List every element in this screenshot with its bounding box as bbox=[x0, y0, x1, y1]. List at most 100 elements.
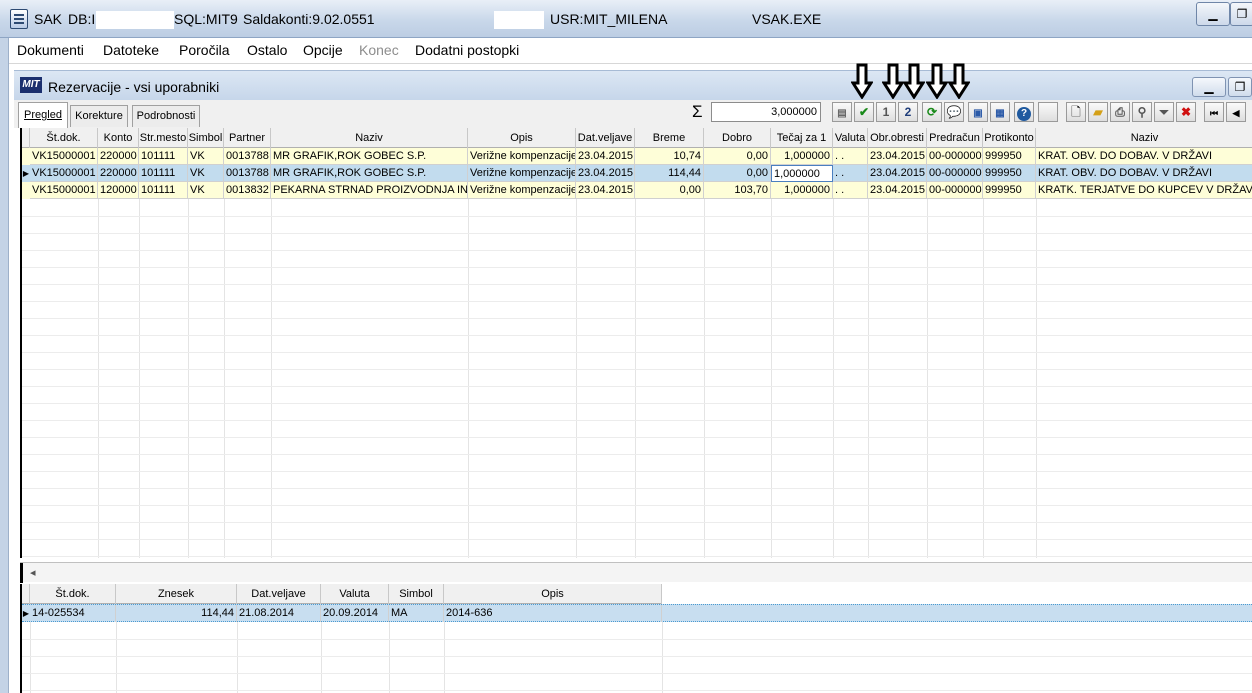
child-minimize-button[interactable]: ▁ bbox=[1192, 77, 1226, 97]
menu-dodatni-postopki[interactable]: Dodatni postopki bbox=[415, 42, 519, 58]
message-button[interactable]: 💬 bbox=[944, 102, 964, 122]
cell-tecaj-editor[interactable]: 1,000000 bbox=[771, 165, 833, 182]
button-two[interactable]: 2 bbox=[898, 102, 918, 122]
print-button[interactable]: ⎙ bbox=[1110, 102, 1130, 122]
col-str-mesto[interactable]: Str.mesto bbox=[139, 128, 188, 148]
col-opis[interactable]: Opis bbox=[468, 128, 576, 148]
help-button[interactable]: ? bbox=[1014, 102, 1034, 122]
col-simbol[interactable]: Simbol bbox=[188, 128, 224, 148]
refresh-button[interactable]: ⟳ bbox=[922, 102, 942, 122]
previous-record-button[interactable]: ◀ bbox=[1226, 102, 1246, 122]
grid-line bbox=[22, 301, 1252, 302]
reservations-grid[interactable]: Št.dok. Konto Str.mesto Simbol Partner N… bbox=[20, 128, 1252, 558]
tab-pregled[interactable]: Pregled bbox=[18, 102, 68, 128]
col-obr-obresti[interactable]: Obr.obresti bbox=[868, 128, 927, 148]
cell-simbol: VK bbox=[188, 182, 224, 199]
splitter-handle[interactable] bbox=[20, 563, 23, 583]
col2-simbol[interactable]: Simbol bbox=[389, 584, 444, 604]
grid-line bbox=[22, 420, 1252, 421]
row-indicator-header bbox=[22, 584, 30, 604]
button-one[interactable]: 1 bbox=[876, 102, 896, 122]
col2-st-dok[interactable]: Št.dok. bbox=[30, 584, 116, 604]
button-two-label: 2 bbox=[904, 105, 912, 119]
delete-button[interactable]: ✖ bbox=[1176, 102, 1196, 122]
cell-str-mesto: 101111 bbox=[139, 148, 188, 165]
monitor-button[interactable]: ▦ bbox=[990, 102, 1010, 122]
child-restore-button[interactable]: ❐ bbox=[1228, 77, 1252, 97]
print-preview-button[interactable]: ▣ bbox=[968, 102, 988, 122]
cell2-znesek: 114,44 bbox=[116, 605, 237, 622]
cell-breme: 0,00 bbox=[635, 182, 704, 199]
grid-line bbox=[22, 639, 1252, 640]
restore-button[interactable]: ❐ bbox=[1230, 2, 1252, 26]
col-protikonto[interactable]: Protikonto bbox=[983, 128, 1036, 148]
tab-podrobnosti[interactable]: Podrobnosti bbox=[132, 105, 200, 127]
cell-valuta: . . bbox=[833, 182, 868, 199]
cell-valuta: . . bbox=[833, 165, 868, 182]
minimize-button[interactable]: ▁ bbox=[1196, 2, 1230, 26]
cell-opis: Verižne kompenzacije bbox=[468, 148, 576, 165]
first-record-button[interactable]: ⏮ bbox=[1204, 102, 1224, 122]
col-naziv[interactable]: Naziv bbox=[271, 128, 468, 148]
cell-predracun: 00-000000 bbox=[927, 182, 983, 199]
open-button[interactable]: ▰ bbox=[1088, 102, 1108, 122]
col2-dat-veljave[interactable]: Dat.veljave bbox=[237, 584, 321, 604]
cell-partner: 0013832 bbox=[224, 182, 271, 199]
cell-partner: 0013788 bbox=[224, 165, 271, 182]
redacted-field bbox=[494, 11, 544, 29]
confirm-button[interactable]: ✔ bbox=[854, 102, 874, 122]
horizontal-scrollbar[interactable]: ◂ bbox=[20, 562, 1252, 583]
col-partner[interactable]: Partner bbox=[224, 128, 271, 148]
cell-simbol: VK bbox=[188, 148, 224, 165]
new-button[interactable]: 🗋 bbox=[1066, 102, 1086, 122]
scroll-left-icon[interactable]: ◂ bbox=[30, 566, 36, 579]
col-konto[interactable]: Konto bbox=[98, 128, 139, 148]
search-button[interactable]: ⚲ bbox=[1132, 102, 1152, 122]
detail-grid[interactable]: Št.dok. Znesek Dat.veljave Valuta Simbol… bbox=[20, 584, 1252, 693]
menu-konec[interactable]: Konec bbox=[359, 42, 399, 58]
table-row-selected[interactable]: ▶ VK15000001 220000 101111 VK 0013788 MR… bbox=[22, 165, 1252, 182]
col-dat-veljave[interactable]: Dat.veljave bbox=[576, 128, 635, 148]
cell-breme: 10,74 bbox=[635, 148, 704, 165]
cell2-simbol: MA bbox=[389, 605, 444, 622]
window-icon: ▣ bbox=[973, 108, 983, 119]
cell-opis: Verižne kompenzacije bbox=[468, 182, 576, 199]
menu-datoteke[interactable]: Datoteke bbox=[103, 42, 159, 58]
grid-line bbox=[22, 656, 1252, 657]
col-st-dok[interactable]: Št.dok. bbox=[30, 128, 98, 148]
detail-row-selected[interactable]: ▶ 14-025534 114,44 21.08.2014 20.09.2014… bbox=[22, 604, 1252, 622]
col2-znesek[interactable]: Znesek bbox=[116, 584, 237, 604]
menu-dokumenti[interactable]: Dokumenti bbox=[17, 42, 84, 58]
tab-label: Pregled bbox=[24, 109, 62, 121]
child-window-title: Rezervacije - vsi uporabniki bbox=[48, 79, 220, 95]
col2-opis[interactable]: Opis bbox=[444, 584, 662, 604]
filter-button[interactable]: ⏷ bbox=[1154, 102, 1174, 122]
cell-dobro: 103,70 bbox=[704, 182, 771, 199]
grid-line bbox=[389, 622, 390, 693]
col-tecaj[interactable]: Tečaj za 1 bbox=[771, 128, 833, 148]
tab-korekture[interactable]: Korekture bbox=[70, 105, 128, 127]
cell-str-mesto: 101111 bbox=[139, 182, 188, 199]
calculator-button[interactable]: ▤ bbox=[832, 102, 852, 122]
cell-simbol: VK bbox=[188, 165, 224, 182]
user-label: USR:MIT_MILENA bbox=[550, 11, 668, 27]
col-valuta[interactable]: Valuta bbox=[833, 128, 868, 148]
col2-valuta[interactable]: Valuta bbox=[321, 584, 389, 604]
cell-konto: 220000 bbox=[98, 148, 139, 165]
menu-porocila[interactable]: Poročila bbox=[179, 42, 230, 58]
mit-logo: MIT bbox=[20, 77, 42, 93]
cell-partner: 0013788 bbox=[224, 148, 271, 165]
app-icon[interactable] bbox=[10, 9, 28, 29]
col-naziv-protikonto[interactable]: Naziv bbox=[1036, 128, 1252, 148]
calculator-icon: ▤ bbox=[837, 108, 847, 119]
cell-obr-obresti: 23.04.2015 bbox=[868, 165, 927, 182]
cell-st-dok: VK15000001 bbox=[30, 148, 98, 165]
col-breme[interactable]: Breme bbox=[635, 128, 704, 148]
table-row[interactable]: VK15000001 220000 101111 VK 0013788 MR G… bbox=[22, 148, 1252, 165]
col-predracun[interactable]: Predračun bbox=[927, 128, 983, 148]
menu-ostalo[interactable]: Ostalo bbox=[247, 42, 287, 58]
table-row[interactable]: VK15000001 120000 101111 VK 0013832 PEKA… bbox=[22, 182, 1252, 199]
menu-opcije[interactable]: Opcije bbox=[303, 42, 343, 58]
col-dobro[interactable]: Dobro bbox=[704, 128, 771, 148]
blank-button[interactable] bbox=[1038, 102, 1058, 122]
